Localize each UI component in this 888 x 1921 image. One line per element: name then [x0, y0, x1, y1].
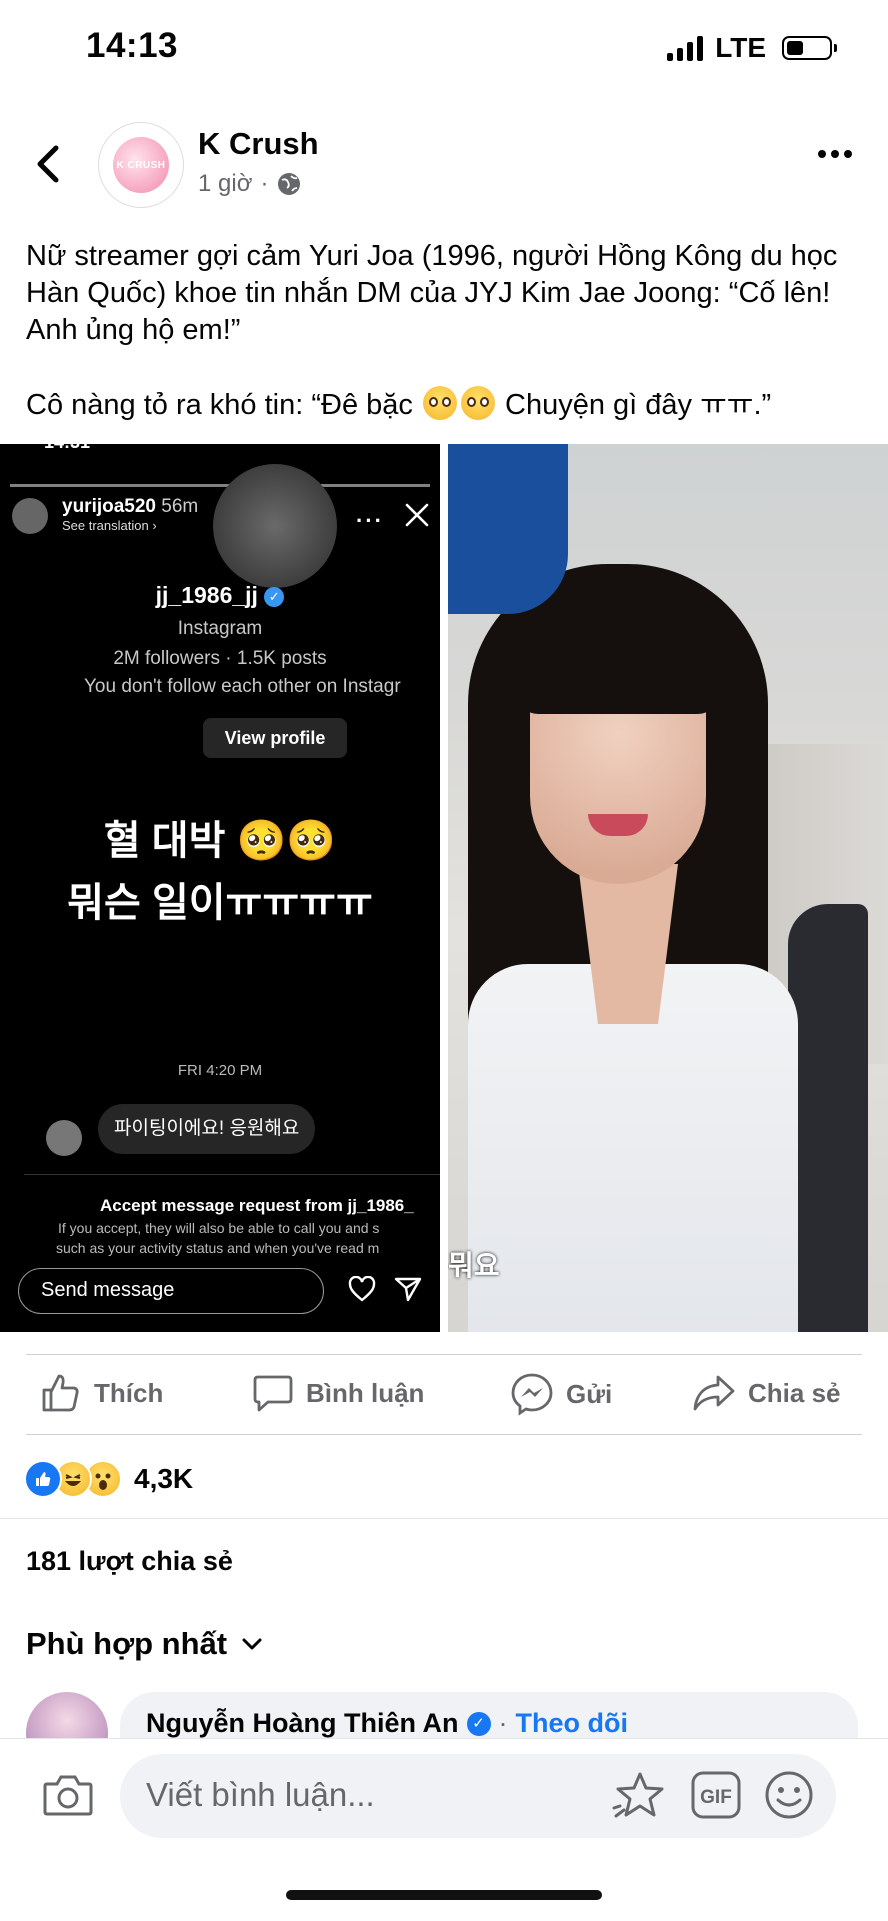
photo-chair [788, 904, 868, 1332]
post-paragraph-2: Cô nàng tỏ ra khó tin: “Đê bặc Chuyện gì… [26, 386, 862, 424]
view-profile-button: View profile [203, 718, 347, 758]
signal-icon [667, 35, 704, 61]
story-time: 56m [161, 496, 199, 517]
video-caption: 뭐요 [448, 1250, 500, 1281]
ig-stats: 2M followers · 1.5K posts [113, 648, 327, 669]
send-button[interactable]: Gửi [510, 1372, 612, 1416]
post-time: 1 giờ [198, 170, 253, 197]
comment-placeholder[interactable]: Viết bình luận... [146, 1776, 375, 1814]
post-paragraph-1: Nữ streamer gợi cảm Yuri Joa (1996, ngườ… [26, 240, 838, 346]
back-button[interactable] [30, 140, 70, 188]
ig-accept-note-2: such as your activity status and when yo… [56, 1240, 380, 1256]
avatar-logo: K CRUSH [113, 137, 169, 193]
comment-header: Nguyễn Hoàng Thiên An ✓ · Theo dõi [146, 1708, 628, 1739]
like-reaction-icon [24, 1460, 62, 1498]
comment-button[interactable]: Bình luận [252, 1372, 424, 1414]
see-translation: See translation › [62, 518, 157, 533]
heart-icon [348, 1276, 376, 1302]
avatar-sticker-icon[interactable] [612, 1770, 668, 1822]
divider [0, 1518, 888, 1519]
story-progress [10, 484, 430, 487]
share-label: Chia sẻ [748, 1377, 841, 1408]
globe-icon [278, 173, 301, 195]
ig-status-time: 14:31 [44, 444, 90, 453]
network-type: LTE [715, 32, 766, 63]
send-plane-icon [394, 1277, 422, 1302]
page-name[interactable]: K Crush [198, 126, 319, 162]
ig-accept-note-1: If you accept, they will also be able to… [58, 1220, 380, 1236]
more-options-button[interactable] [818, 150, 852, 158]
ig-follow-note: You don't follow each other on Instagr [84, 676, 401, 697]
pleading-face-icon [460, 386, 495, 420]
verified-icon: ✓ [264, 587, 285, 607]
comment-sort-dropdown[interactable]: Phù hợp nhất [26, 1626, 263, 1662]
comment-dot: · [498, 1708, 508, 1738]
share-arrow-icon [693, 1375, 735, 1411]
ig-message-bubble: 파이팅이에요! 응원해요 [98, 1104, 316, 1154]
like-button[interactable]: Thích [40, 1372, 163, 1414]
status-time: 14:13 [86, 26, 179, 65]
post-text: Nữ streamer gợi cảm Yuri Joa (1996, ngườ… [26, 238, 862, 424]
divider [26, 1354, 862, 1355]
svg-text:GIF: GIF [700, 1787, 732, 1808]
like-label: Thích [94, 1377, 164, 1408]
share-button[interactable]: Chia sẻ [692, 1372, 841, 1414]
ig-caption-line-2: 뭐슨 일이ㅠㅠㅠㅠ [67, 881, 373, 925]
camera-icon[interactable] [42, 1772, 94, 1818]
verified-icon: ✓ [466, 1711, 491, 1736]
messenger-icon [511, 1373, 553, 1416]
dot-icon [818, 150, 826, 158]
thumbs-up-icon [42, 1374, 79, 1412]
ig-message-date: FRI 4:20 PM [177, 1062, 263, 1079]
post-image-streamer-photo[interactable]: 뭐요 [448, 444, 888, 1332]
ig-handle: jj_1986_jj ✓ [0, 582, 440, 609]
post-image-dm-screenshot[interactable]: 14:31 yurijoa520 56m See translation › ·… [0, 444, 440, 1332]
comment-label: Bình luận [306, 1377, 425, 1408]
ig-caption-line-1: 혈 대박 🥺🥺 [103, 819, 337, 863]
ig-profile-avatar [213, 464, 337, 588]
story-user: yurijoa520 56m [62, 496, 198, 518]
meta-separator: · [260, 170, 269, 197]
photo-hat [448, 444, 568, 614]
chevron-left-icon [37, 145, 59, 183]
post-text-start: Cô nàng tỏ ra khó tin: “Đê bặc [26, 389, 421, 421]
sort-label: Phù hợp nhất [26, 1626, 228, 1661]
share-count[interactable]: 181 lượt chia sẻ [26, 1546, 233, 1577]
close-icon [405, 503, 429, 527]
ig-more-icon: ··· [356, 508, 384, 533]
chevron-down-icon [242, 1638, 262, 1650]
ig-handle-text: jj_1986_jj [155, 582, 258, 608]
battery-icon [782, 36, 837, 60]
story-avatar [12, 498, 48, 534]
commenter-name[interactable]: Nguyễn Hoàng Thiên An [146, 1708, 459, 1739]
follow-link[interactable]: Theo dõi [516, 1708, 628, 1739]
ig-accept-title: Accept message request from jj_1986_ [100, 1196, 414, 1215]
pleading-face-icon [422, 386, 457, 420]
battery-fill [787, 41, 804, 55]
story-username: yurijoa520 [62, 496, 156, 517]
emoji-icon[interactable] [764, 1770, 814, 1820]
reactions-summary[interactable]: 4,3K [24, 1460, 193, 1498]
status-indicators: LTE [667, 32, 837, 64]
ig-divider [24, 1174, 440, 1175]
dot-icon [831, 150, 839, 158]
gif-icon[interactable]: GIF [690, 1770, 742, 1820]
dot-icon [844, 150, 852, 158]
divider [26, 1434, 862, 1435]
ig-send-message-field: Send message [18, 1268, 324, 1314]
home-indicator[interactable] [286, 1890, 602, 1900]
post-text-end: Chuyện gì đây ㅠㅠ.” [496, 389, 772, 421]
reaction-count: 4,3K [134, 1463, 194, 1494]
comment-icon [253, 1375, 293, 1412]
send-label: Gửi [566, 1378, 613, 1409]
page-avatar[interactable]: K CRUSH [98, 122, 184, 208]
ig-sender-avatar [46, 1120, 82, 1156]
ig-platform: Instagram [177, 618, 263, 639]
post-meta: 1 giờ · [198, 170, 302, 198]
